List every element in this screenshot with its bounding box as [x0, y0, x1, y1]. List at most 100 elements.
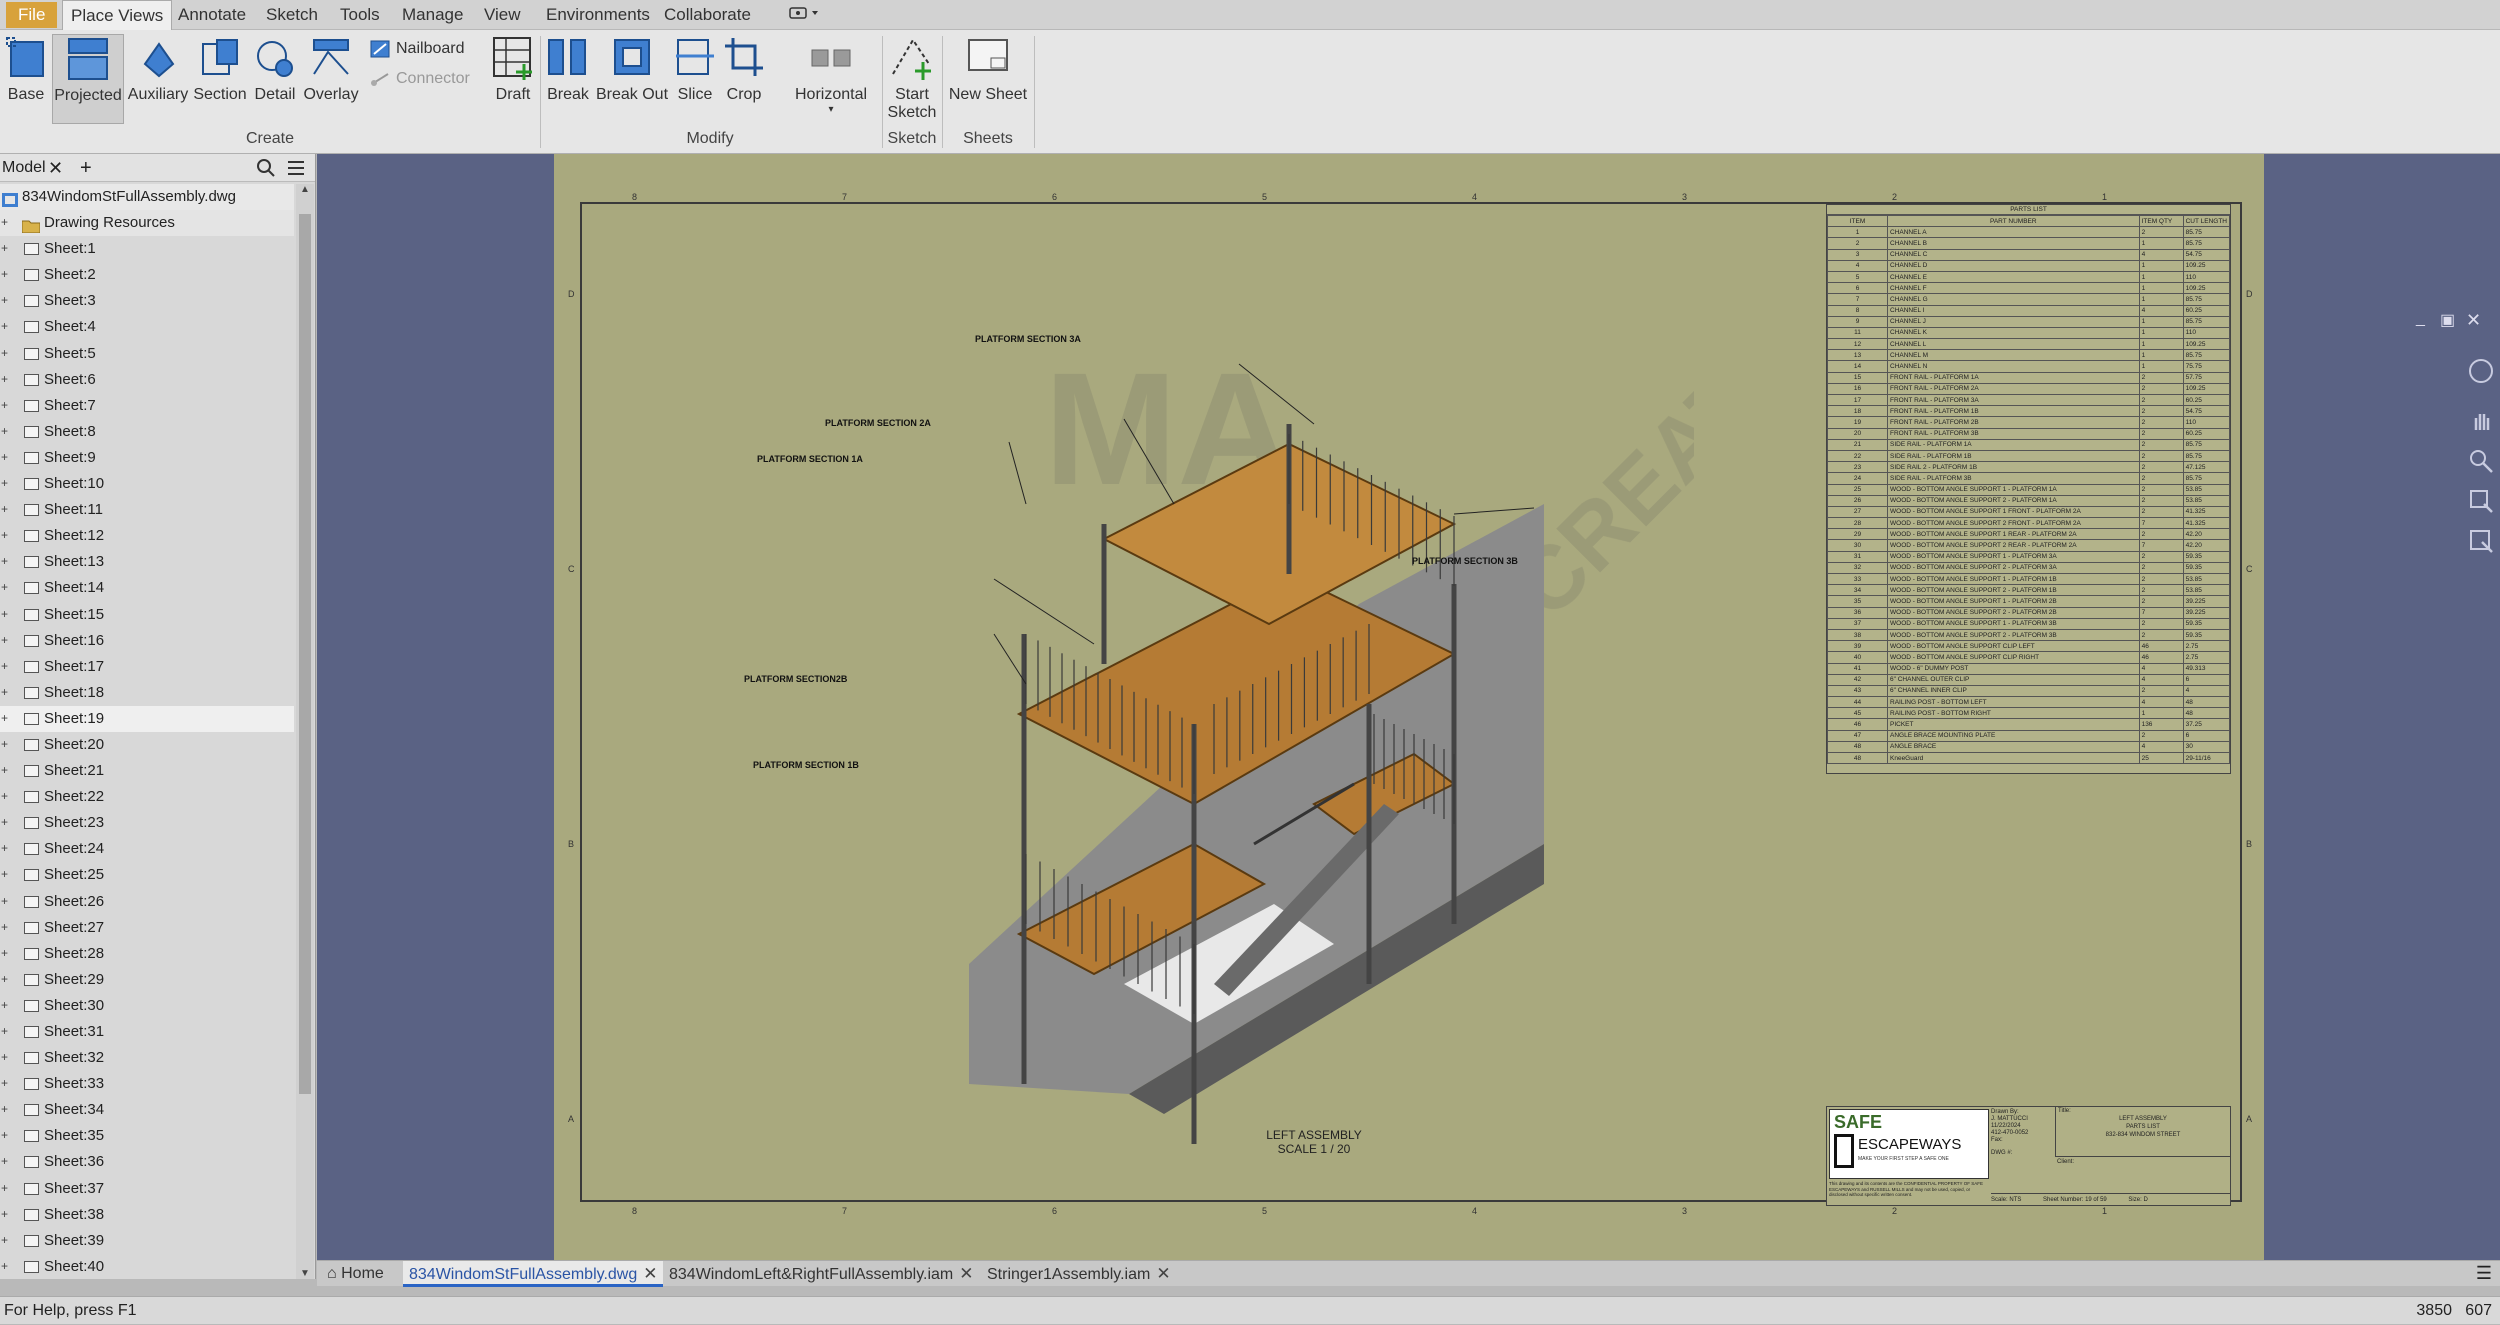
tree-sheet-item[interactable]: + Sheet:4 — [0, 314, 294, 340]
new-sheet-button[interactable]: New Sheet — [944, 34, 1032, 124]
tree-sheet-item[interactable]: + Sheet:9 — [0, 445, 294, 471]
tree-sheet-item[interactable]: + Sheet:28 — [0, 941, 294, 967]
expand-icon[interactable]: + — [1, 320, 11, 332]
expand-icon[interactable]: + — [1, 1051, 11, 1063]
browser-scrollbar[interactable]: ▲ ▼ — [296, 184, 314, 1279]
tree-sheet-item[interactable]: + Sheet:17 — [0, 654, 294, 680]
menu-sketch[interactable]: Sketch — [258, 0, 326, 30]
tree-sheet-item[interactable]: + Sheet:24 — [0, 836, 294, 862]
tree-drawing-resources[interactable]: + Drawing Resources — [0, 210, 294, 237]
quick-access-dropdown-icon[interactable] — [780, 0, 832, 30]
expand-icon[interactable]: + — [1, 947, 11, 959]
tree-sheet-item[interactable]: + Sheet:21 — [0, 758, 294, 784]
base-view-button[interactable]: Base — [0, 34, 52, 124]
expand-icon[interactable]: + — [1, 634, 11, 646]
tree-sheet-item[interactable]: + Sheet:18 — [0, 680, 294, 706]
zoom-window-icon[interactable] — [2468, 488, 2494, 519]
expand-icon[interactable]: + — [1, 373, 11, 385]
expand-icon[interactable]: + — [1, 581, 11, 593]
expand-icon[interactable]: + — [1, 1155, 11, 1167]
expand-icon[interactable]: + — [1, 764, 11, 776]
zoom-icon[interactable] — [2468, 448, 2494, 479]
pan-hand-icon[interactable] — [2468, 408, 2494, 439]
tab-menu-icon[interactable]: ☰ — [2476, 1263, 2492, 1284]
menu-place-views[interactable]: Place Views — [62, 0, 173, 30]
tree-sheet-item[interactable]: + Sheet:15 — [0, 602, 294, 628]
detail-view-button[interactable]: Detail — [250, 34, 300, 124]
break-out-button[interactable]: Break Out — [594, 34, 670, 124]
expand-icon[interactable]: + — [1, 1208, 11, 1220]
menu-annotate[interactable]: Annotate — [170, 0, 254, 30]
expand-icon[interactable]: + — [1, 503, 11, 515]
tree-sheet-item[interactable]: + Sheet:5 — [0, 341, 294, 367]
expand-icon[interactable]: + — [1, 842, 11, 854]
expand-icon[interactable]: + — [1, 1077, 11, 1089]
tree-sheet-item[interactable]: + Sheet:29 — [0, 967, 294, 993]
expand-icon[interactable]: + — [1, 608, 11, 620]
scrollbar-thumb[interactable] — [299, 214, 311, 1094]
tree-sheet-item[interactable]: + Sheet:12 — [0, 523, 294, 549]
tree-sheet-item[interactable]: + Sheet:40 — [0, 1254, 294, 1280]
expand-icon[interactable]: + — [1, 451, 11, 463]
tree-sheet-item[interactable]: + Sheet:13 — [0, 549, 294, 575]
tree-sheet-item[interactable]: + Sheet:36 — [0, 1149, 294, 1175]
expand-icon[interactable]: + — [1, 1182, 11, 1194]
tree-sheet-item[interactable]: + Sheet:38 — [0, 1202, 294, 1228]
expand-icon[interactable]: + — [1, 1234, 11, 1246]
tree-sheet-item[interactable]: + Sheet:6 — [0, 367, 294, 393]
tree-sheet-item[interactable]: + Sheet:31 — [0, 1019, 294, 1045]
expand-icon[interactable]: + — [1, 712, 11, 724]
tree-sheet-item[interactable]: + Sheet:39 — [0, 1228, 294, 1254]
expand-icon[interactable]: + — [1, 790, 11, 802]
tree-sheet-item[interactable]: + Sheet:37 — [0, 1176, 294, 1202]
close-tab-icon[interactable]: ✕ — [643, 1264, 657, 1283]
home-tab[interactable]: ⌂ Home — [321, 1261, 390, 1287]
expand-icon[interactable]: + — [1, 399, 11, 411]
expand-icon[interactable]: + — [1, 686, 11, 698]
expand-icon[interactable]: + — [1, 816, 11, 828]
tree-sheet-item[interactable]: + Sheet:25 — [0, 862, 294, 888]
doc-tab[interactable]: 834WindomLeft&RightFullAssembly.iam ✕ — [663, 1261, 980, 1287]
menu-manage[interactable]: Manage — [394, 0, 471, 30]
menu-environments[interactable]: Environments — [538, 0, 658, 30]
drawing-canvas[interactable]: 8 8 7 7 6 6 5 5 4 4 3 3 2 2 1 1 D D C C B B A A MA MAD MAX CREA… — [317, 154, 2500, 1260]
expand-icon[interactable]: + — [1, 895, 11, 907]
expand-icon[interactable]: + — [1, 529, 11, 541]
close-tab-icon[interactable]: ✕ — [959, 1264, 973, 1283]
nailboard-button[interactable]: Nailboard — [364, 36, 464, 62]
expand-icon[interactable]: + — [1, 294, 11, 306]
menu-file[interactable]: File — [6, 2, 58, 28]
horizontal-align-button[interactable]: Horizontal ▾ — [780, 34, 882, 124]
tree-sheet-item[interactable]: + Sheet:3 — [0, 288, 294, 314]
tree-sheet-item[interactable]: + Sheet:7 — [0, 393, 294, 419]
crop-button[interactable]: Crop — [720, 34, 768, 124]
expand-icon[interactable]: + — [1, 477, 11, 489]
expand-icon[interactable]: + — [1, 347, 11, 359]
tree-sheet-item[interactable]: + Sheet:27 — [0, 915, 294, 941]
connector-button[interactable]: Connector — [364, 66, 470, 92]
tree-sheet-item[interactable]: + Sheet:20 — [0, 732, 294, 758]
minimize-icon[interactable]: _ — [2416, 310, 2425, 328]
tree-sheet-item[interactable]: + Sheet:22 — [0, 784, 294, 810]
expand-icon[interactable]: + — [1, 973, 11, 985]
expand-icon[interactable]: + — [1, 555, 11, 567]
tree-sheet-item[interactable]: + Sheet:14 — [0, 575, 294, 601]
close-icon[interactable]: ✕ — [48, 154, 63, 182]
break-button[interactable]: Break — [544, 34, 592, 124]
tree-sheet-item[interactable]: + Sheet:10 — [0, 471, 294, 497]
expand-icon[interactable]: + — [1, 921, 11, 933]
stair-assembly-view[interactable]: MA MAD MAX CREATIONS — [794, 284, 1694, 1144]
menu-collaborate[interactable]: Collaborate — [656, 0, 759, 30]
section-view-button[interactable]: Section — [192, 34, 248, 124]
tree-sheet-item[interactable]: + Sheet:2 — [0, 262, 294, 288]
auxiliary-view-button[interactable]: Auxiliary — [126, 34, 190, 124]
expand-icon[interactable]: + — [1, 1103, 11, 1115]
tree-sheet-item[interactable]: + Sheet:8 — [0, 419, 294, 445]
tree-sheet-item[interactable]: + Sheet:19 — [0, 705, 294, 732]
expand-icon[interactable]: + — [1, 425, 11, 437]
draft-view-button[interactable]: Draft — [482, 34, 544, 124]
expand-icon[interactable]: + — [1, 1129, 11, 1141]
tree-sheet-item[interactable]: + Sheet:26 — [0, 889, 294, 915]
expand-icon[interactable]: + — [1, 738, 11, 750]
expand-icon[interactable]: + — [1, 1025, 11, 1037]
